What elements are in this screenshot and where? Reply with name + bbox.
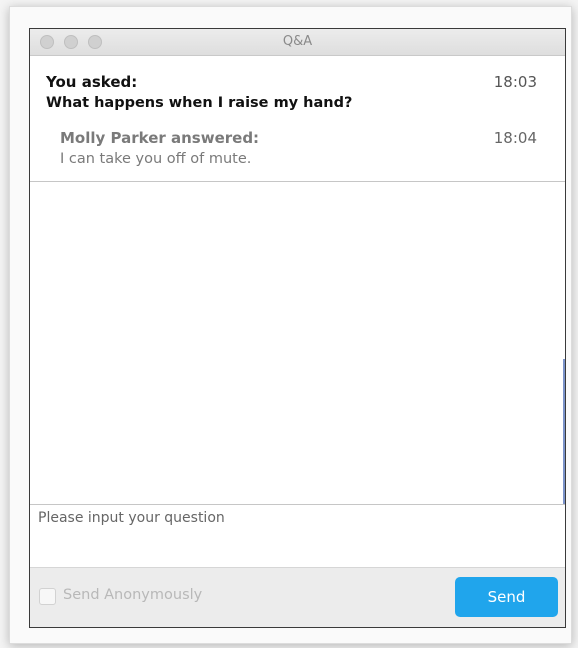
asked-label: You asked: (46, 73, 138, 91)
answer-text: I can take you off of mute. (60, 151, 252, 167)
scrollbar-edge (563, 359, 565, 504)
send-anonymously-checkbox[interactable] (39, 588, 56, 605)
asked-timestamp: 18:03 (493, 73, 537, 91)
question-input[interactable] (30, 505, 565, 567)
messages-area (30, 182, 565, 504)
qa-window: Q&A You asked: 18:03 What happens when I… (29, 28, 566, 628)
question-text: What happens when I raise my hand? (46, 95, 353, 111)
send-button[interactable]: Send (455, 577, 558, 617)
question-input-area (30, 504, 565, 567)
title-bar[interactable]: Q&A (30, 29, 565, 56)
footer-bar: Send Anonymously Send (30, 567, 565, 627)
qa-thread: You asked: 18:03 What happens when I rai… (30, 56, 565, 182)
answered-label: Molly Parker answered: (60, 129, 260, 147)
window-title: Q&A (282, 34, 313, 49)
send-anonymously-label: Send Anonymously (63, 587, 203, 603)
answered-timestamp: 18:04 (493, 129, 537, 147)
